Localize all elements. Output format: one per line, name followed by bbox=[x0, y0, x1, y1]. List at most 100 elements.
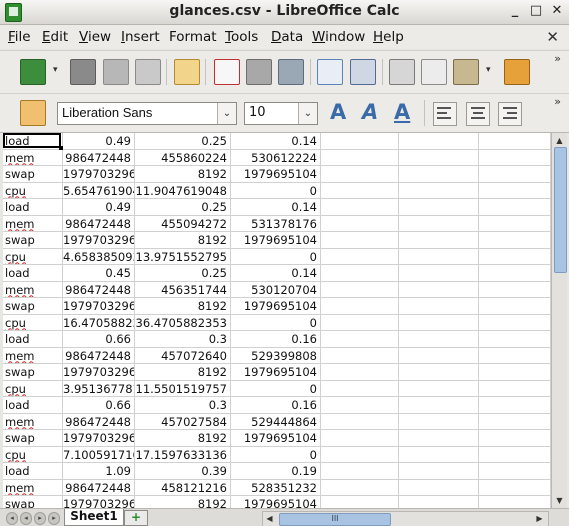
auto-spellcheck-icon[interactable] bbox=[350, 59, 376, 85]
empty-cell[interactable] bbox=[479, 265, 551, 282]
empty-cell[interactable] bbox=[321, 281, 399, 298]
cell[interactable]: 457027584 bbox=[135, 413, 231, 430]
menu-edit[interactable]: Edit bbox=[42, 29, 68, 45]
export-pdf-icon[interactable] bbox=[214, 59, 240, 85]
cell[interactable]: 986472448 bbox=[63, 347, 135, 364]
cell[interactable]: 8192 bbox=[135, 430, 231, 447]
cell[interactable]: 456351744 bbox=[135, 281, 231, 298]
cell[interactable]: cpu bbox=[3, 380, 63, 397]
cell[interactable]: 986472448 bbox=[63, 413, 135, 430]
empty-cell[interactable] bbox=[479, 364, 551, 381]
cell[interactable]: mem bbox=[3, 347, 63, 364]
menu-tools[interactable]: Tools bbox=[225, 29, 258, 45]
cell[interactable]: 36.4705882353 bbox=[135, 314, 231, 331]
empty-cell[interactable] bbox=[479, 199, 551, 216]
cell[interactable]: 1979703296 bbox=[63, 232, 135, 249]
close-document-icon[interactable]: ✕ bbox=[546, 28, 559, 46]
empty-cell[interactable] bbox=[399, 331, 479, 348]
spelling-icon[interactable] bbox=[317, 59, 343, 85]
empty-cell[interactable] bbox=[321, 446, 399, 463]
cell[interactable]: load bbox=[3, 199, 63, 216]
scroll-right-icon[interactable]: ▶ bbox=[534, 513, 545, 524]
empty-cell[interactable] bbox=[321, 166, 399, 183]
cell[interactable]: 0 bbox=[231, 314, 321, 331]
empty-cell[interactable] bbox=[399, 496, 479, 508]
cell[interactable]: 13.9751552795 bbox=[135, 248, 231, 265]
cell[interactable]: mem bbox=[3, 281, 63, 298]
empty-cell[interactable] bbox=[479, 215, 551, 232]
cell[interactable]: swap bbox=[3, 364, 63, 381]
cell[interactable]: 11.5501519757 bbox=[135, 380, 231, 397]
cell[interactable]: cpu bbox=[3, 248, 63, 265]
cell[interactable]: 0.39 bbox=[135, 463, 231, 480]
cell[interactable]: 986472448 bbox=[63, 281, 135, 298]
empty-cell[interactable] bbox=[479, 397, 551, 414]
empty-cell[interactable] bbox=[321, 182, 399, 199]
empty-cell[interactable] bbox=[399, 166, 479, 183]
empty-cell[interactable] bbox=[479, 182, 551, 199]
empty-cell[interactable] bbox=[479, 413, 551, 430]
empty-cell[interactable] bbox=[321, 298, 399, 315]
empty-cell[interactable] bbox=[399, 397, 479, 414]
cell[interactable]: 5.6547619048 bbox=[63, 182, 135, 199]
cell[interactable]: swap bbox=[3, 166, 63, 183]
cell[interactable]: 8192 bbox=[135, 232, 231, 249]
cell[interactable]: 0.66 bbox=[63, 397, 135, 414]
menu-file[interactable]: File bbox=[8, 29, 31, 45]
cell[interactable]: 0.3 bbox=[135, 397, 231, 414]
clone-formatting-icon[interactable] bbox=[504, 59, 530, 85]
cell[interactable]: swap bbox=[3, 496, 63, 508]
empty-cell[interactable] bbox=[321, 397, 399, 414]
cell[interactable]: 455860224 bbox=[135, 149, 231, 166]
cell[interactable]: load bbox=[3, 397, 63, 414]
empty-cell[interactable] bbox=[321, 331, 399, 348]
new-dropdown-icon[interactable]: ▾ bbox=[53, 65, 58, 75]
scroll-down-icon[interactable]: ▼ bbox=[554, 495, 565, 506]
scroll-left-icon[interactable]: ◀ bbox=[264, 513, 275, 524]
empty-cell[interactable] bbox=[479, 479, 551, 496]
font-size-box[interactable]: 10 ⌄ bbox=[244, 102, 318, 125]
previous-sheet-icon[interactable]: ◂ bbox=[20, 512, 32, 525]
empty-cell[interactable] bbox=[399, 265, 479, 282]
empty-cell[interactable] bbox=[479, 232, 551, 249]
save-icon[interactable] bbox=[103, 59, 129, 85]
cell[interactable]: 0.45 bbox=[63, 265, 135, 282]
toolbar-overflow-icon[interactable]: » bbox=[554, 53, 561, 65]
empty-cell[interactable] bbox=[321, 347, 399, 364]
cell[interactable]: 1979695104 bbox=[231, 364, 321, 381]
empty-cell[interactable] bbox=[399, 298, 479, 315]
empty-cell[interactable] bbox=[479, 133, 551, 150]
open-icon[interactable] bbox=[70, 59, 96, 85]
empty-cell[interactable] bbox=[321, 463, 399, 480]
empty-cell[interactable] bbox=[399, 281, 479, 298]
add-sheet-icon[interactable]: + bbox=[124, 510, 148, 526]
cell[interactable]: 0.25 bbox=[135, 199, 231, 216]
cell[interactable]: 1979703296 bbox=[63, 496, 135, 508]
empty-cell[interactable] bbox=[399, 364, 479, 381]
empty-cell[interactable] bbox=[399, 413, 479, 430]
cell[interactable]: 0.14 bbox=[231, 199, 321, 216]
menu-data[interactable]: Data bbox=[271, 29, 303, 45]
empty-cell[interactable] bbox=[479, 496, 551, 508]
align-left-icon[interactable] bbox=[433, 102, 457, 126]
empty-cell[interactable] bbox=[399, 215, 479, 232]
cell[interactable]: load bbox=[3, 265, 63, 282]
empty-cell[interactable] bbox=[399, 133, 479, 150]
cell[interactable]: swap bbox=[3, 430, 63, 447]
empty-cell[interactable] bbox=[321, 248, 399, 265]
bold-icon[interactable]: A bbox=[330, 100, 346, 124]
cell[interactable]: 8192 bbox=[135, 364, 231, 381]
cell[interactable]: 529444864 bbox=[231, 413, 321, 430]
italic-icon[interactable]: A bbox=[362, 100, 378, 124]
cell[interactable]: 4.6583850932 bbox=[63, 248, 135, 265]
cell[interactable]: 0.25 bbox=[135, 265, 231, 282]
empty-cell[interactable] bbox=[399, 430, 479, 447]
cell[interactable]: 1.09 bbox=[63, 463, 135, 480]
cell[interactable]: mem bbox=[3, 413, 63, 430]
cell[interactable]: 0.16 bbox=[231, 331, 321, 348]
cell[interactable]: cpu bbox=[3, 182, 63, 199]
cell[interactable]: mem bbox=[3, 149, 63, 166]
empty-cell[interactable] bbox=[321, 199, 399, 216]
empty-cell[interactable] bbox=[399, 347, 479, 364]
cell[interactable]: 1979703296 bbox=[63, 364, 135, 381]
